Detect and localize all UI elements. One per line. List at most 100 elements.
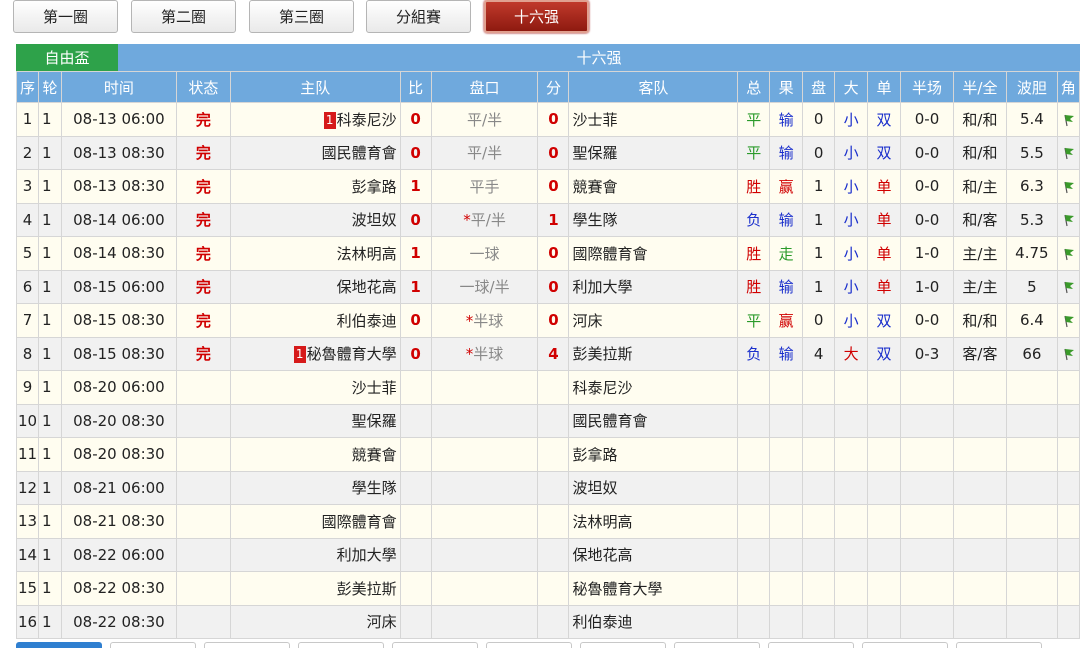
- table-row[interactable]: 6 1 08-15 06:00 完保地花高 1 一球/半 0 利加大學胜输 1 小单 1-0 主/主 5: [16, 269, 1080, 304]
- match-status: [175, 470, 231, 505]
- bottom-tab[interactable]: [110, 642, 196, 648]
- table-row[interactable]: 3 1 08-13 08:30 完彭拿路 1 平手 0 競賽會胜赢 1 小单 0-0 和/主 6.3: [16, 169, 1080, 204]
- home-team-name[interactable]: 彭拿路: [352, 178, 397, 196]
- match-time: 08-13 08:30: [60, 169, 177, 204]
- tab-round-3[interactable]: 第三圈: [249, 0, 354, 33]
- handicap-line: *半球: [430, 336, 539, 371]
- home-score: 0: [399, 202, 432, 237]
- away-team[interactable]: 利伯泰迪: [568, 604, 739, 639]
- bottom-tab[interactable]: [16, 642, 102, 648]
- home-team-name[interactable]: 利加大學: [337, 546, 397, 564]
- away-team[interactable]: 科泰尼沙: [568, 370, 739, 405]
- home-team-name[interactable]: 河床: [367, 613, 397, 631]
- corner-flag-icon[interactable]: [1061, 113, 1075, 127]
- away-team[interactable]: 彭拿路: [568, 437, 739, 472]
- away-team[interactable]: 國際體育會: [568, 236, 739, 271]
- handicap-line: 一球/半: [430, 269, 539, 304]
- bottom-tab[interactable]: [956, 642, 1042, 648]
- corner-flag-icon[interactable]: [1061, 213, 1075, 227]
- table-row[interactable]: 11 1 08-20 08:30 競賽會 彭拿路: [16, 437, 1080, 472]
- bottom-tab[interactable]: [580, 642, 666, 648]
- corner-flag-icon[interactable]: [1061, 280, 1075, 294]
- home-team-name[interactable]: 法林明高: [337, 245, 397, 263]
- big-small: [834, 370, 869, 405]
- match-status: 完: [175, 202, 231, 237]
- home-score: 0: [399, 303, 432, 338]
- home-team-name[interactable]: 競賽會: [352, 446, 397, 464]
- away-team[interactable]: 保地花高: [568, 537, 739, 572]
- table-row[interactable]: 14 1 08-22 06:00 利加大學 保地花高: [16, 537, 1080, 572]
- table-row[interactable]: 2 1 08-13 08:30 完國民體育會 0 平/半 0 聖保羅平输 0 小双 0-0 和/和 5.…: [16, 135, 1080, 170]
- round-number: 1: [37, 102, 62, 137]
- corner-flag-icon[interactable]: [1061, 347, 1075, 361]
- correct-score-odds: [1005, 504, 1058, 539]
- round-number: 1: [37, 604, 62, 639]
- away-team[interactable]: 國民體育會: [568, 403, 739, 438]
- tab-round-2[interactable]: 第二圈: [131, 0, 236, 33]
- corner-flag-icon[interactable]: [1061, 314, 1075, 328]
- half-full: [952, 370, 1007, 405]
- tab-group-stage[interactable]: 分組賽: [366, 0, 471, 33]
- table-row[interactable]: 4 1 08-14 06:00 完波坦奴 0 *平/半 1 學生隊负输 1 小单 0-0 和/客 5.3: [16, 202, 1080, 237]
- home-team-name[interactable]: 彭美拉斯: [337, 580, 397, 598]
- bottom-tab[interactable]: [486, 642, 572, 648]
- corner-cell: [1056, 135, 1080, 170]
- corner-flag-icon[interactable]: [1061, 180, 1075, 194]
- table-row[interactable]: 10 1 08-20 08:30 聖保羅 國民體育會: [16, 403, 1080, 438]
- match-status: 完: [175, 135, 231, 170]
- home-team-name[interactable]: 保地花高: [337, 278, 397, 296]
- corner-flag-icon[interactable]: [1061, 146, 1075, 160]
- half-score: 0-0: [900, 135, 954, 170]
- away-team[interactable]: 彭美拉斯: [568, 336, 739, 371]
- table-row[interactable]: 7 1 08-15 08:30 完利伯泰迪 0 *半球 0 河床平赢 0 小双 0-0 和/和 6.4: [16, 303, 1080, 338]
- bottom-tab[interactable]: [298, 642, 384, 648]
- table-row[interactable]: 9 1 08-20 06:00 沙士菲 科泰尼沙: [16, 370, 1080, 405]
- half-score: 0-0: [900, 303, 954, 338]
- bottom-tab[interactable]: [204, 642, 290, 648]
- corner-flag-icon[interactable]: [1061, 247, 1075, 261]
- home-team-name[interactable]: 秘魯體育大學: [307, 345, 397, 363]
- away-team[interactable]: 河床: [568, 303, 739, 338]
- table-row[interactable]: 1 1 08-13 06:00 完 1 科泰尼沙 0 平/半 0 沙士菲平输 0 小双 0-0 和/和 5.…: [16, 102, 1080, 137]
- home-team-name[interactable]: 科泰尼沙: [337, 111, 397, 129]
- table-row[interactable]: 15 1 08-22 08:30 彭美拉斯 秘魯體育大學: [16, 571, 1080, 606]
- home-team-name[interactable]: 國際體育會: [322, 513, 397, 531]
- half-full: 客/客: [952, 336, 1007, 371]
- odd-even: 双: [867, 336, 902, 371]
- away-team[interactable]: 法林明高: [568, 504, 739, 539]
- table-row[interactable]: 8 1 08-15 08:30 完 1 秘魯體育大學 0 *半球 4 彭美拉斯负输 4 大双 0-3 客/…: [16, 336, 1080, 371]
- odd-even: [867, 604, 902, 639]
- away-team[interactable]: 競賽會: [568, 169, 739, 204]
- away-team[interactable]: 利加大學: [568, 269, 739, 304]
- away-team[interactable]: 波坦奴: [568, 470, 739, 505]
- away-team[interactable]: 沙士菲: [568, 102, 739, 137]
- away-team[interactable]: 秘魯體育大學: [568, 571, 739, 606]
- table-row[interactable]: 12 1 08-21 06:00 學生隊 波坦奴: [16, 470, 1080, 505]
- half-score: 1-0: [900, 269, 954, 304]
- away-team[interactable]: 聖保羅: [568, 135, 739, 170]
- bottom-tab[interactable]: [862, 642, 948, 648]
- bottom-tab[interactable]: [392, 642, 478, 648]
- table-row[interactable]: 13 1 08-21 08:30 國際體育會 法林明高: [16, 504, 1080, 539]
- away-team[interactable]: 學生隊: [568, 202, 739, 237]
- home-team: 1 科泰尼沙: [229, 102, 401, 137]
- home-team-name[interactable]: 國民體育會: [322, 144, 397, 162]
- total-result: [737, 403, 771, 438]
- home-team-name[interactable]: 沙士菲: [352, 379, 397, 397]
- tab-round-1[interactable]: 第一圈: [13, 0, 118, 33]
- round-tabs: 第一圈 第二圈 第三圈 分組賽 十六强: [0, 0, 1080, 38]
- home-score: [399, 470, 432, 505]
- home-team-name[interactable]: 波坦奴: [352, 211, 397, 229]
- tab-round-of-16[interactable]: 十六强: [484, 0, 589, 33]
- half-score: [900, 437, 954, 472]
- half-full: 和/客: [952, 202, 1007, 237]
- bottom-tab[interactable]: [768, 642, 854, 648]
- home-team-name[interactable]: 利伯泰迪: [337, 312, 397, 330]
- bottom-tab[interactable]: [674, 642, 760, 648]
- home-team-name[interactable]: 學生隊: [352, 479, 397, 497]
- home-team-name[interactable]: 聖保羅: [352, 412, 397, 430]
- table-row[interactable]: 5 1 08-14 08:30 完法林明高 1 一球 0 國際體育會胜走 1 小单 1-0 主/主 4.…: [16, 236, 1080, 271]
- table-row[interactable]: 16 1 08-22 08:30 河床 利伯泰迪: [16, 604, 1080, 639]
- corner-cell: [1056, 269, 1080, 304]
- home-score: [399, 604, 432, 639]
